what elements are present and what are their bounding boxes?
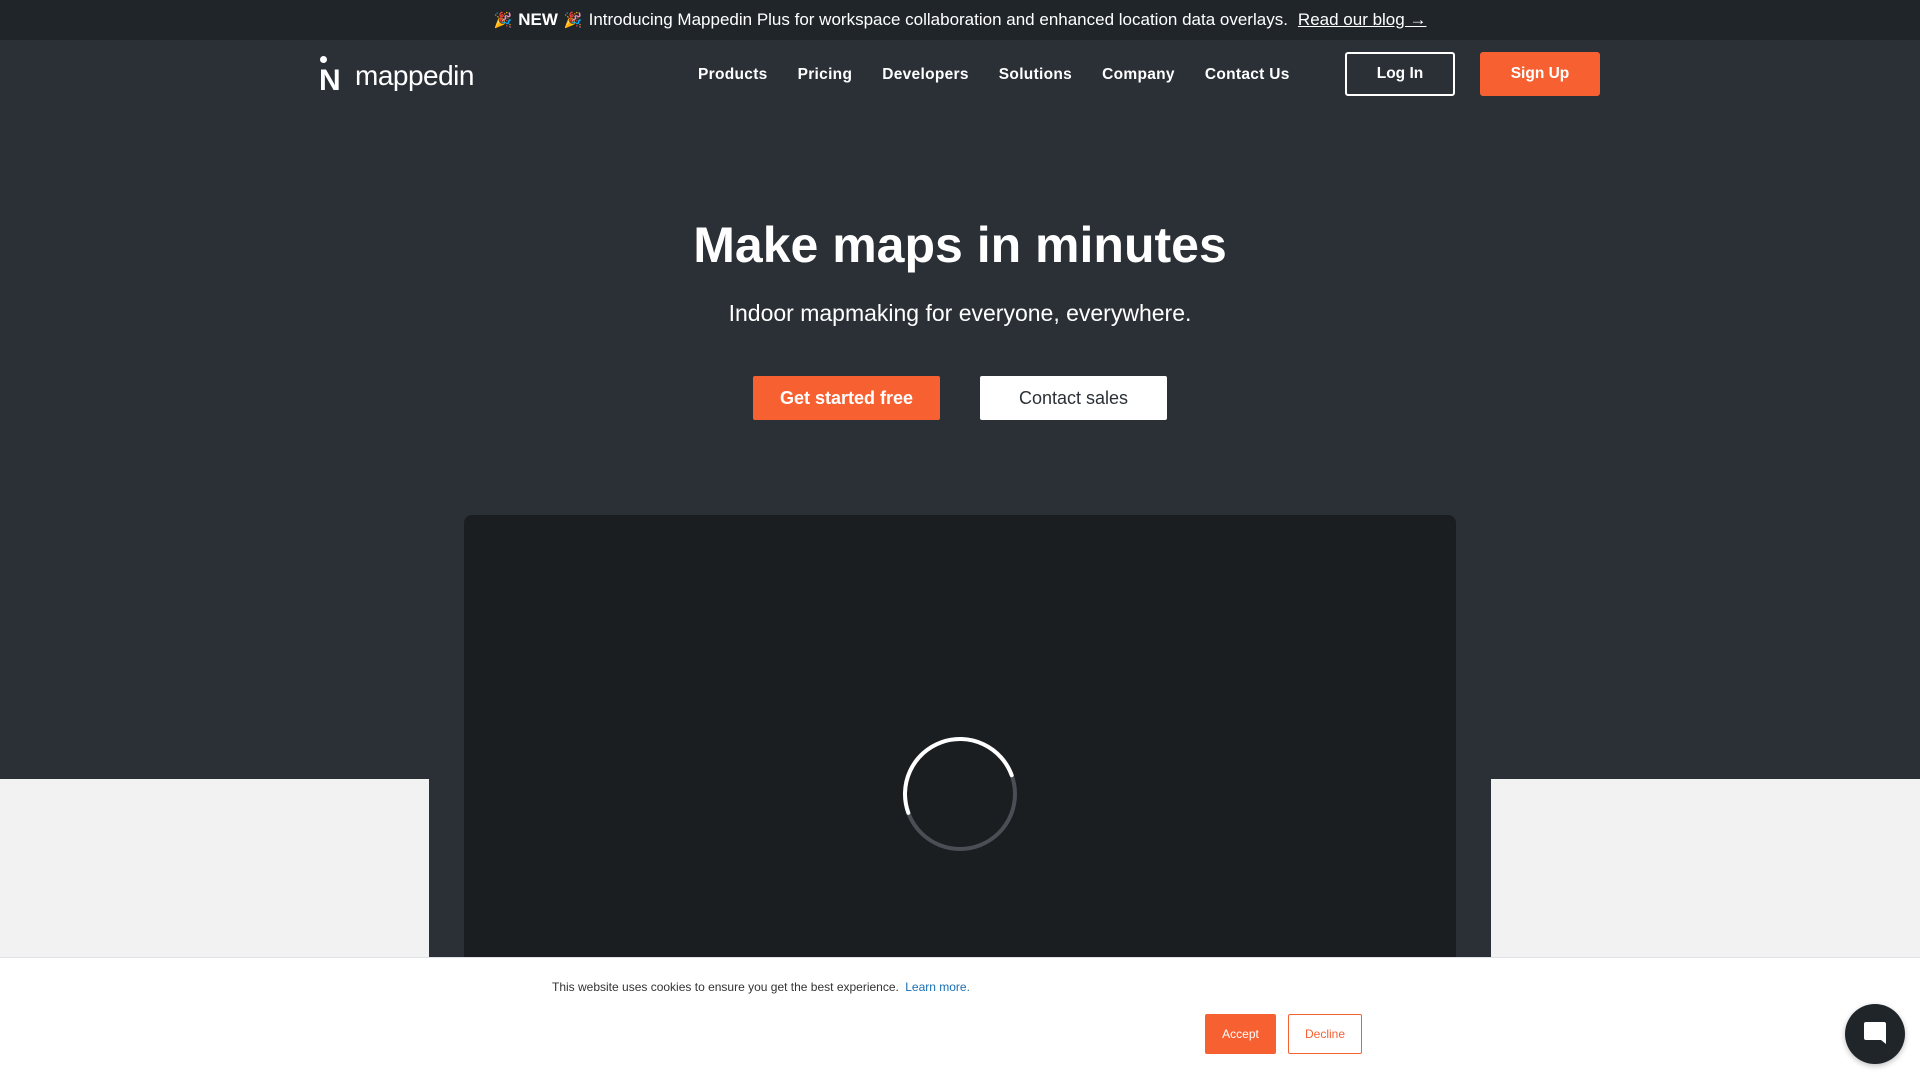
- new-badge: NEW: [518, 10, 558, 29]
- get-started-button[interactable]: Get started free: [753, 376, 940, 420]
- party-popper-icon: 🎉: [563, 12, 583, 29]
- read-blog-link[interactable]: Read our blog →: [1298, 10, 1427, 30]
- cookie-accept-button[interactable]: Accept: [1205, 1014, 1276, 1054]
- nav-item-developers[interactable]: Developers: [882, 66, 969, 84]
- nav-item-contact-us[interactable]: Contact Us: [1205, 66, 1290, 84]
- hero-title: Make maps in minutes: [693, 217, 1227, 273]
- contact-sales-button[interactable]: Contact sales: [980, 376, 1167, 420]
- cookie-learn-more-link[interactable]: Learn more.: [905, 980, 970, 994]
- nav-item-company[interactable]: Company: [1102, 66, 1175, 84]
- login-button[interactable]: Log In: [1345, 52, 1455, 96]
- announcement-bar: 🎉 NEW 🎉 Introducing Mappedin Plus for wo…: [0, 0, 1920, 40]
- logo-text: mappedin: [355, 60, 474, 91]
- logo-mark-icon: N: [319, 56, 343, 96]
- cookie-banner: This website uses cookies to ensure you …: [0, 957, 1920, 1080]
- page-background: [0, 779, 429, 979]
- cookie-decline-button[interactable]: Decline: [1288, 1014, 1362, 1054]
- loading-spinner-icon: [903, 737, 1017, 851]
- nav-item-solutions[interactable]: Solutions: [999, 66, 1072, 84]
- cookie-message: This website uses cookies to ensure you …: [552, 980, 970, 994]
- nav-item-pricing[interactable]: Pricing: [798, 66, 853, 84]
- main-nav: Products Pricing Developers Solutions Co…: [698, 60, 1290, 90]
- announcement-message: Introducing Mappedin Plus for workspace …: [588, 10, 1288, 29]
- hero-subtitle: Indoor mapmaking for everyone, everywher…: [728, 300, 1192, 326]
- party-popper-icon: 🎉: [493, 12, 513, 29]
- chat-widget-button[interactable]: [1845, 1004, 1905, 1064]
- cookie-text: This website uses cookies to ensure you …: [552, 980, 899, 994]
- mappedin-logo[interactable]: N mappedin: [319, 56, 474, 96]
- chat-bubble-icon: [1864, 1022, 1886, 1044]
- signup-button[interactable]: Sign Up: [1480, 52, 1600, 96]
- nav-item-products[interactable]: Products: [698, 66, 768, 84]
